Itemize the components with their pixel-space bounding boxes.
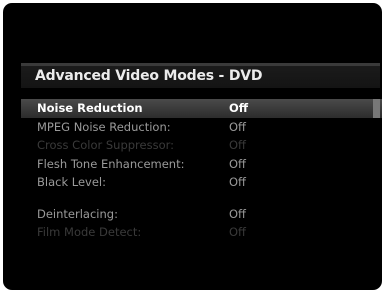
option-value: Off xyxy=(229,206,246,221)
option-mpeg-noise-reduction[interactable]: MPEG Noise Reduction: Off xyxy=(21,118,382,137)
option-value: Off xyxy=(229,101,249,115)
options-list: Noise Reduction Off MPEG Noise Reduction… xyxy=(21,99,382,242)
option-label: Film Mode Detect: xyxy=(37,225,142,239)
option-value: Off xyxy=(229,225,246,239)
option-label: Noise Reduction xyxy=(37,101,143,115)
option-noise-reduction[interactable]: Noise Reduction Off xyxy=(21,99,382,118)
option-label: Black Level: xyxy=(37,175,106,189)
option-label: MPEG Noise Reduction: xyxy=(37,119,171,134)
option-value: Off xyxy=(229,156,246,171)
menu-title: Advanced Video Modes - DVD xyxy=(35,68,263,84)
option-label: Deinterlacing: xyxy=(37,206,118,221)
option-value: Off xyxy=(229,175,246,189)
menu-header: Advanced Video Modes - DVD xyxy=(21,63,380,88)
option-deinterlacing[interactable]: Deinterlacing: Off xyxy=(21,205,382,224)
tv-screen: Advanced Video Modes - DVD Noise Reducti… xyxy=(3,3,382,290)
option-black-level[interactable]: Black Level: Off xyxy=(21,173,382,192)
option-flesh-tone-enhancement[interactable]: Flesh Tone Enhancement: Off xyxy=(21,155,382,174)
option-value: Off xyxy=(229,119,246,134)
option-label: Flesh Tone Enhancement: xyxy=(37,156,185,171)
option-cross-color-suppressor: Cross Color Suppressor: Off xyxy=(21,136,382,155)
scrollbar-thumb[interactable] xyxy=(373,99,380,118)
option-film-mode-detect: Film Mode Detect: Off xyxy=(21,223,382,242)
option-value: Off xyxy=(229,138,246,152)
option-label: Cross Color Suppressor: xyxy=(37,138,175,152)
